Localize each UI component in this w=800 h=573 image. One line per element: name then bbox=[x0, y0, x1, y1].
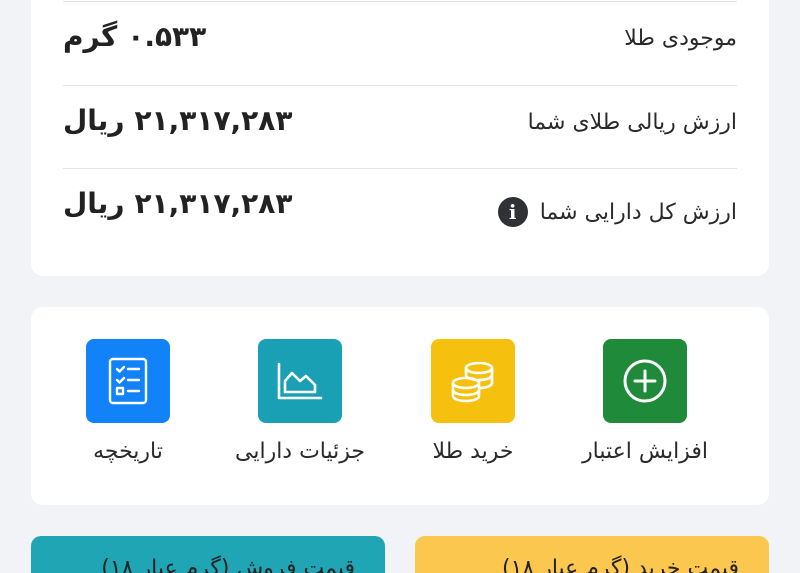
buy-gold-label: خرید طلا bbox=[432, 439, 514, 464]
gold-value-value: ۲۱,۳۱۷,۲۸۳ ریال bbox=[63, 104, 292, 137]
info-icon[interactable]: i bbox=[497, 197, 528, 227]
gold-balance-row: موجودی طلا ۰.۵۳۳ گرم bbox=[63, 1, 737, 85]
buy-price-card[interactable]: قیمت خرید (گرم عیار ۱۸) bbox=[415, 536, 769, 573]
history-button[interactable]: تاریخچه bbox=[53, 339, 203, 464]
coins-icon bbox=[451, 361, 494, 403]
gold-balance-label: موجودی طلا bbox=[624, 26, 737, 51]
buy-gold-button[interactable]: خرید طلا bbox=[398, 339, 548, 464]
asset-summary-card: موجودی طلا ۰.۵۳۳ گرم ارزش ریالی طلای شما… bbox=[31, 0, 769, 276]
total-value-unit: ریال bbox=[63, 187, 125, 220]
total-value-value: ۲۱,۳۱۷,۲۸۳ ریال bbox=[63, 187, 292, 220]
gold-balance-unit: گرم bbox=[63, 20, 118, 53]
history-label: تاریخچه bbox=[93, 439, 163, 464]
gold-balance-value: ۰.۵۳۳ گرم bbox=[63, 20, 206, 53]
buy-gold-tile[interactable] bbox=[431, 339, 515, 423]
sell-price-label: قیمت فروش (گرم عیار ۱۸) bbox=[101, 556, 355, 573]
plus-circle-icon bbox=[623, 359, 667, 403]
asset-details-button[interactable]: جزئیات دارایی bbox=[225, 339, 375, 464]
gold-value-unit: ریال bbox=[63, 104, 125, 137]
asset-details-tile[interactable] bbox=[258, 339, 342, 423]
history-tile[interactable] bbox=[86, 339, 170, 423]
gold-balance-amount: ۰.۵۳۳ bbox=[127, 20, 207, 53]
add-credit-button[interactable]: افزایش اعتبار bbox=[570, 339, 720, 464]
total-value-row: ارزش کل دارایی شما i ۲۱,۳۱۷,۲۸۳ ریال bbox=[63, 168, 737, 268]
area-chart-icon bbox=[277, 362, 323, 400]
sell-price-card[interactable]: قیمت فروش (گرم عیار ۱۸) bbox=[31, 536, 385, 573]
asset-details-label: جزئیات دارایی bbox=[235, 439, 366, 464]
gold-value-amount: ۲۱,۳۱۷,۲۸۳ bbox=[134, 104, 293, 137]
checklist-icon bbox=[108, 357, 148, 405]
gold-value-label-text: ارزش ریالی طلای شما bbox=[527, 110, 737, 135]
gold-value-label: ارزش ریالی طلای شما bbox=[528, 110, 737, 135]
total-value-label-text: ارزش کل دارایی شما bbox=[539, 199, 737, 225]
buy-price-label: قیمت خرید (گرم عیار ۱۸) bbox=[501, 556, 739, 573]
add-credit-label: افزایش اعتبار bbox=[582, 439, 708, 464]
gold-balance-label-text: موجودی طلا bbox=[624, 26, 737, 51]
add-credit-tile[interactable] bbox=[603, 339, 687, 423]
quick-actions-card: افزایش اعتبار خرید طلا جزئیات دارایی تار… bbox=[31, 307, 769, 505]
total-value-amount: ۲۱,۳۱۷,۲۸۳ bbox=[134, 187, 293, 220]
gold-value-row: ارزش ریالی طلای شما ۲۱,۳۱۷,۲۸۳ ریال bbox=[63, 85, 737, 169]
total-value-label: ارزش کل دارایی شما i bbox=[497, 197, 737, 227]
